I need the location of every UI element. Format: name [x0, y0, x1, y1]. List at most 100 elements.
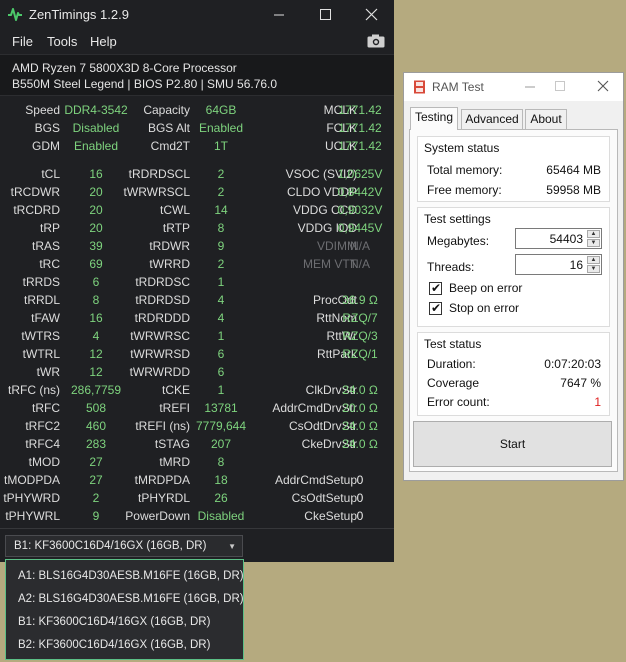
- close-button[interactable]: [348, 0, 394, 30]
- timing-value: 2: [217, 185, 225, 199]
- screenshot-camera-icon[interactable]: [367, 34, 385, 48]
- megabytes-label: Megabytes:: [427, 234, 490, 248]
- threads-value: 16: [569, 258, 583, 272]
- module-option-a1[interactable]: A1: BLS16G4D30AESB.M16FE (16GB, DR): [18, 570, 244, 582]
- timing-label: tWTRL: [22, 347, 60, 361]
- timing-value: 1,0625V: [337, 167, 383, 181]
- zentimings-titlebar[interactable]: ZenTimings 1.2.9: [0, 0, 394, 30]
- timing-value: 7779,644: [195, 419, 247, 433]
- coverage-value: 7647 %: [560, 376, 601, 390]
- timing-value: 1771.42: [338, 103, 382, 117]
- timing-label: tWTRS: [21, 329, 60, 343]
- timing-value: 16: [89, 167, 103, 181]
- timing-value: 14: [214, 203, 228, 217]
- timing-value: 283: [85, 437, 107, 451]
- timing-value: 1771.42: [338, 139, 382, 153]
- tab-about[interactable]: About: [525, 109, 567, 129]
- module-option-a2[interactable]: A2: BLS16G4D30AESB.M16FE (16GB, DR): [18, 593, 244, 605]
- tab-advanced[interactable]: Advanced: [461, 109, 523, 129]
- timing-value: 1T: [213, 139, 228, 153]
- minimize-button[interactable]: [256, 0, 302, 30]
- stop-on-error-checkbox[interactable]: ✔: [429, 301, 442, 315]
- group-title: Test status: [424, 337, 482, 351]
- timing-value: RZQ/7: [342, 311, 378, 325]
- test-settings-group: Test settings Megabytes: 54403 ▲ ▼ Threa…: [417, 207, 610, 327]
- timing-value: 24.0 Ω: [342, 383, 378, 397]
- timing-label: tRRDL: [23, 293, 60, 307]
- menu-bar: File Tools Help: [0, 30, 394, 54]
- timing-value: 12: [89, 347, 103, 361]
- timing-value: 69: [89, 257, 103, 271]
- timing-value: RZQ/1: [342, 347, 378, 361]
- duration-value: 0:07:20:03: [544, 357, 601, 371]
- timing-value: DDR4-3542: [64, 103, 128, 117]
- timing-label: tRCDWR: [10, 185, 60, 199]
- beep-on-error-checkbox[interactable]: ✔: [429, 281, 442, 295]
- maximize-icon[interactable]: [540, 73, 580, 101]
- timing-value: Disabled: [72, 121, 120, 135]
- increment-button[interactable]: ▲: [587, 230, 600, 238]
- maximize-button[interactable]: [302, 0, 348, 30]
- timing-value: 6: [92, 275, 100, 289]
- timing-value: 64GB: [205, 103, 237, 117]
- cpu-name: AMD Ryzen 7 5800X3D 8-Core Processor: [12, 61, 237, 75]
- timing-value: 1: [217, 383, 225, 397]
- total-memory-label: Total memory:: [427, 163, 503, 177]
- timing-value: 2: [92, 491, 100, 505]
- megabytes-input[interactable]: 54403 ▲ ▼: [515, 228, 602, 249]
- decrement-button[interactable]: ▼: [587, 239, 600, 247]
- timing-value: 0: [356, 491, 364, 505]
- timing-label: tRRDS: [22, 275, 60, 289]
- timing-value: 20: [89, 203, 103, 217]
- timing-value: 16: [89, 311, 103, 325]
- timing-value: 1: [217, 275, 225, 289]
- timing-value: 207: [210, 437, 232, 451]
- timing-value: N/A: [349, 239, 370, 253]
- timing-value: 6: [217, 365, 225, 379]
- timing-label: tRFC2: [25, 419, 60, 433]
- menu-help[interactable]: Help: [90, 34, 117, 49]
- timing-value: 1771.42: [338, 121, 382, 135]
- stop-on-error-label: Stop on error: [449, 301, 520, 315]
- menu-file[interactable]: File: [12, 34, 33, 49]
- timing-value: 0: [356, 509, 364, 523]
- timing-value: 460: [85, 419, 107, 433]
- timing-value: N/A: [349, 257, 370, 271]
- board-info: B550M Steel Legend | BIOS P2.80 | SMU 56…: [12, 77, 278, 91]
- timing-label: tRFC (ns): [8, 383, 60, 397]
- module-option-b1[interactable]: B1: KF3600C16D4/16GX (16GB, DR): [18, 616, 210, 628]
- coverage-label: Coverage: [427, 376, 480, 390]
- timing-value: 286,7759: [70, 383, 122, 397]
- timing-value: 8: [92, 293, 100, 307]
- timing-value: 18: [214, 473, 228, 487]
- chevron-down-icon: ▼: [228, 542, 236, 551]
- timing-value: 2: [217, 257, 225, 271]
- close-icon[interactable]: [583, 73, 623, 101]
- threads-input[interactable]: 16 ▲ ▼: [515, 254, 602, 275]
- module-option-b2[interactable]: B2: KF3600C16D4/16GX (16GB, DR): [18, 639, 210, 651]
- timing-value: 27: [89, 473, 103, 487]
- timing-value: 12: [89, 365, 103, 379]
- tab-testing[interactable]: Testing: [410, 107, 458, 130]
- timing-value: 24.0 Ω: [342, 437, 378, 451]
- timing-value: RZQ/3: [342, 329, 378, 343]
- divider: [0, 528, 394, 529]
- beep-on-error-label: Beep on error: [449, 281, 523, 295]
- decrement-button[interactable]: ▼: [587, 265, 600, 273]
- memory-module-select[interactable]: B1: KF3600C16D4/16GX (16GB, DR) ▼: [5, 535, 243, 557]
- start-button[interactable]: Start: [413, 421, 612, 467]
- maximize-icon: [320, 9, 331, 20]
- timing-value: 13781: [204, 401, 238, 415]
- menu-tools[interactable]: Tools: [47, 34, 77, 49]
- close-icon: [365, 8, 378, 21]
- increment-button[interactable]: ▲: [587, 256, 600, 264]
- ramtest-titlebar[interactable]: RAM Test: [404, 73, 623, 101]
- memory-module-dropdown: A1: BLS16G4D30AESB.M16FE (16GB, DR) A2: …: [5, 559, 244, 660]
- timing-value: 8: [217, 221, 225, 235]
- timing-value: 27: [89, 455, 103, 469]
- timing-value: 9: [217, 239, 225, 253]
- window-title: ZenTimings 1.2.9: [29, 7, 129, 22]
- timing-value: 0,9445V: [337, 221, 383, 235]
- test-status-group: Test status Duration: 0:07:20:03 Coverag…: [417, 332, 610, 416]
- timing-value: 39: [89, 239, 103, 253]
